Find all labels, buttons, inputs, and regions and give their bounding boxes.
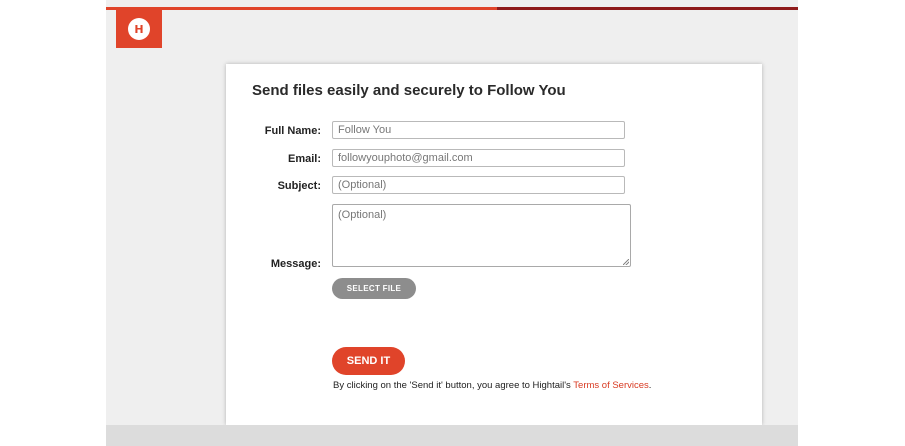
subject-label: Subject:	[277, 180, 321, 192]
subject-input[interactable]: (Optional)	[332, 176, 625, 194]
email-label: Email:	[287, 153, 321, 165]
bottom-strip	[106, 425, 798, 446]
resize-grip-icon[interactable]	[623, 259, 629, 265]
terms-suffix: .	[648, 380, 652, 391]
logo-letter: H	[134, 22, 144, 36]
hightail-logo[interactable]: H	[116, 10, 162, 48]
logo-circle: H	[128, 18, 150, 40]
top-accent-bar	[106, 7, 497, 10]
message-textarea[interactable]: (Optional)	[332, 204, 631, 267]
message-placeholder: (Optional)	[338, 209, 387, 221]
full-name-label: Full Name:	[264, 125, 321, 137]
full-name-input[interactable]: Follow You	[332, 121, 625, 139]
message-label: Message:	[270, 258, 321, 270]
page-frame: H Send files easily and securely to Foll…	[106, 0, 798, 446]
terms-of-service-link[interactable]: Terms of Services	[573, 380, 649, 391]
email-input[interactable]: followyouphoto@gmail.com	[332, 149, 625, 167]
form-title: Send files easily and securely to Follow…	[252, 82, 566, 99]
upload-form-card: Send files easily and securely to Follow…	[226, 64, 762, 425]
terms-notice: By clicking on the 'Send it' button, you…	[333, 380, 651, 391]
terms-prefix: By clicking on the 'Send it' button, you…	[333, 380, 574, 391]
send-it-button[interactable]: SEND IT	[332, 347, 405, 375]
select-file-button[interactable]: SELECT FILE	[332, 278, 416, 299]
top-accent-bar-dark	[497, 7, 798, 10]
